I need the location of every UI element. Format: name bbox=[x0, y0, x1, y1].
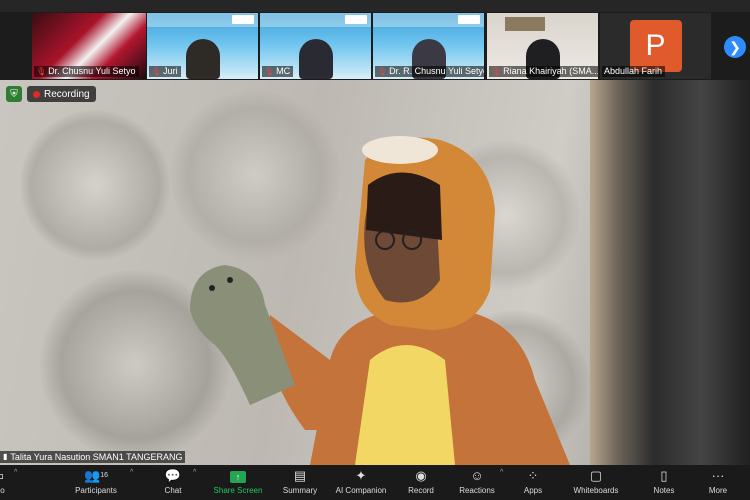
more-button[interactable]: ··· More bbox=[686, 467, 750, 498]
presenter-figure bbox=[190, 136, 570, 465]
presenter-hair bbox=[366, 172, 442, 240]
whiteboards-button[interactable]: ▢ Whiteboards bbox=[564, 467, 628, 498]
chevron-up-icon[interactable]: ^ bbox=[14, 469, 17, 476]
participant-tile[interactable]: 🎙 MC bbox=[260, 13, 371, 79]
participant-name-label: Abdullah Farih bbox=[602, 66, 666, 77]
mic-muted-icon: 🎙 bbox=[264, 67, 275, 76]
share-screen-button[interactable]: ↑ Share Screen bbox=[206, 467, 270, 498]
speaker-name-label: ▮ Talita Yura Nasution SMAN1 TANGERANG bbox=[0, 451, 186, 463]
record-icon: ◉ bbox=[415, 468, 427, 483]
apps-button[interactable]: ⁘ Apps bbox=[501, 467, 565, 498]
mic-muted-icon: 🎙 bbox=[151, 67, 162, 76]
chevron-up-icon[interactable]: ^ bbox=[193, 469, 196, 476]
wallpaper-pattern bbox=[20, 110, 170, 260]
participant-name-label: 🎙 Dr. Chusnu Yuli Setyo bbox=[34, 66, 139, 77]
avatar: P bbox=[629, 20, 682, 72]
participant-name-label: 🎙 Riana Khairiyah (SMA... bbox=[489, 66, 598, 77]
ai-companion-icon: ✦ bbox=[355, 468, 367, 483]
participant-tile[interactable]: P Abdullah Farih bbox=[600, 13, 711, 79]
signal-bars-icon: ▮ bbox=[3, 452, 8, 461]
person-silhouette bbox=[298, 39, 333, 79]
participant-tile[interactable]: 🎙 Dr. Chusnu Yuli Setyo bbox=[32, 13, 146, 79]
participants-button[interactable]: 👥16 Participants bbox=[64, 467, 128, 498]
wall-frame bbox=[505, 17, 545, 31]
window-top-bar bbox=[0, 0, 750, 12]
summary-button[interactable]: ▤ Summary bbox=[268, 467, 332, 498]
puppet-eye bbox=[209, 285, 215, 291]
costume-belly bbox=[355, 345, 455, 465]
recording-indicator[interactable]: Recording bbox=[27, 86, 96, 102]
logo-icon bbox=[458, 15, 480, 24]
logo-icon bbox=[345, 15, 367, 24]
summary-icon: ▤ bbox=[293, 468, 307, 483]
mic-muted-icon: 🎙 bbox=[491, 67, 502, 76]
main-speaker-video[interactable]: ⛨ Recording ▮ Talita Yura Nasution SMAN1… bbox=[0, 80, 750, 465]
participant-tile[interactable]: 🎙 Dr. R. Chusnu Yuli Setyo bbox=[373, 13, 484, 79]
gallery-strip: 🎙 Dr. Chusnu Yuli Setyo 🎙 Juri 🎙 MC 🎙 Dr. R.… bbox=[0, 0, 750, 80]
ai-companion-button[interactable]: ✦ AI Companion bbox=[329, 467, 393, 498]
participant-name-label: 🎙 Dr. R. Chusnu Yuli Setyo bbox=[375, 66, 484, 77]
record-button[interactable]: ◉ Record bbox=[389, 467, 453, 498]
meeting-toolbar: ▭ deo ^ 👥16 Participants ^ 💬 Chat ^ ↑ Sh… bbox=[0, 465, 750, 500]
logo-icon bbox=[232, 15, 254, 24]
shield-icon[interactable]: ⛨ bbox=[6, 86, 22, 102]
puppet-eye bbox=[227, 277, 233, 283]
apps-icon: ⁘ bbox=[527, 468, 539, 483]
participant-name-label: 🎙 Juri bbox=[149, 66, 181, 77]
mic-muted-icon: 🎙 bbox=[377, 67, 388, 76]
record-dot-icon bbox=[33, 90, 40, 98]
mirror-panel bbox=[590, 80, 750, 465]
whiteboards-icon: ▢ bbox=[589, 468, 603, 483]
person-silhouette bbox=[185, 39, 220, 79]
share-screen-icon: ↑ bbox=[230, 471, 246, 483]
gallery-next-button[interactable]: ❯ bbox=[724, 36, 746, 58]
participant-name-label: 🎙 MC bbox=[262, 66, 294, 77]
more-icon: ··· bbox=[711, 468, 725, 483]
chevron-up-icon[interactable]: ^ bbox=[130, 469, 133, 476]
participant-tile[interactable]: 🎙 Riana Khairiyah (SMA... bbox=[487, 13, 598, 79]
costume-ear bbox=[362, 136, 438, 164]
participant-tile[interactable]: 🎙 Juri bbox=[147, 13, 258, 79]
mic-muted-icon: 🎙 bbox=[36, 67, 47, 76]
participants-icon: 👥16 bbox=[84, 468, 108, 483]
chevron-right-icon: ❯ bbox=[729, 38, 741, 55]
